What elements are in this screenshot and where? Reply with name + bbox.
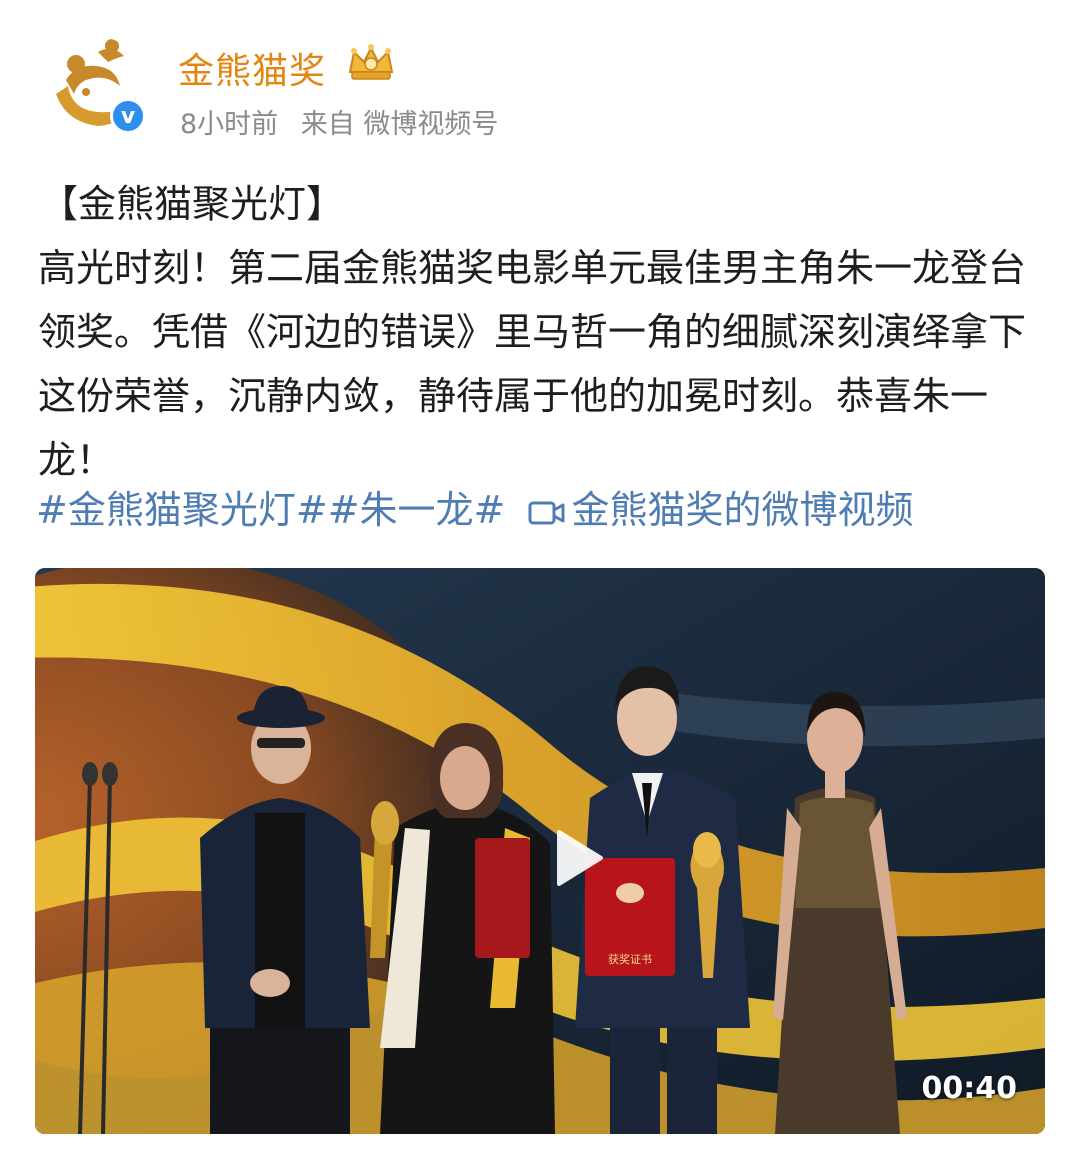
video-link-label: 金熊猫奖的微博视频 [571, 488, 914, 532]
account-avatar[interactable]: v [46, 36, 146, 134]
post-time: 8小时前 [180, 109, 279, 140]
post-meta: 8小时前 来自 微博视频号 [180, 102, 512, 141]
video-link[interactable]: 金熊猫奖的微博视频 [527, 488, 913, 532]
verified-v-icon: v [110, 98, 146, 134]
video-duration: 00:40 [921, 1071, 1018, 1106]
hashtag-zhu-yilong[interactable]: #朱一龙# [328, 488, 506, 532]
certificate-label: 获奖证书 [608, 952, 652, 966]
video-player[interactable]: 获奖证书 00:40 [35, 568, 1045, 1134]
crown-icon[interactable] [344, 42, 398, 82]
post-title: 【金熊猫聚光灯】 [40, 182, 345, 226]
post-source[interactable]: 来自 微博视频号 [301, 109, 499, 140]
weibo-post: v 金熊猫奖 8小时前 来自 微博视频号 【金熊猫聚光灯】 高光时刻！第二届金熊… [0, 0, 1080, 1160]
video-camera-icon [528, 501, 565, 524]
post-body: 高光时刻！第二届金熊猫奖电影单元最佳男主角朱一龙登台领奖。凭借《河边的错误》里马… [38, 246, 1027, 482]
account-name[interactable]: 金熊猫奖 [178, 42, 326, 94]
hashtag-row: #金熊猫聚光灯##朱一龙# 金熊猫奖的微博视频 [36, 478, 1056, 542]
play-icon[interactable] [535, 818, 615, 898]
hashtag-spotlight[interactable]: #金熊猫聚光灯# [36, 488, 328, 532]
post-content: 【金熊猫聚光灯】 高光时刻！第二届金熊猫奖电影单元最佳男主角朱一龙登台领奖。凭借… [38, 172, 1048, 492]
